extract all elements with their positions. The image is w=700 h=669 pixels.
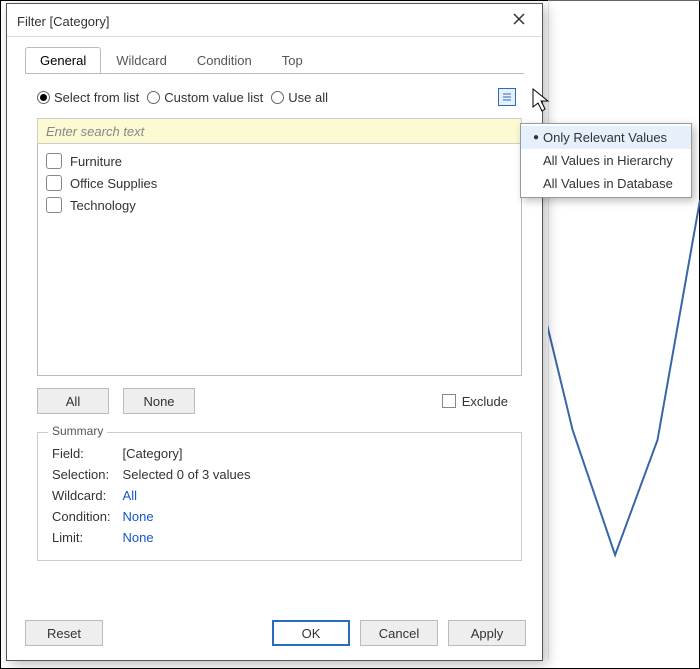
- checkbox-icon: [46, 197, 62, 213]
- search-input[interactable]: Enter search text: [37, 118, 522, 144]
- values-list[interactable]: Furniture Office Supplies Technology: [37, 144, 522, 376]
- tab-bar: General Wildcard Condition Top: [7, 37, 542, 73]
- summary-condition-link[interactable]: None: [123, 506, 263, 527]
- list-item[interactable]: Technology: [46, 194, 513, 216]
- close-icon: [512, 12, 526, 26]
- dialog-title: Filter [Category]: [17, 14, 109, 29]
- list-item[interactable]: Office Supplies: [46, 172, 513, 194]
- list-item-label: Furniture: [70, 154, 122, 169]
- radio-icon: [147, 91, 160, 104]
- summary-selection-label: Selection:: [52, 464, 123, 485]
- cancel-button[interactable]: Cancel: [360, 620, 438, 646]
- dropdown-item-label: All Values in Database: [543, 176, 673, 191]
- bullet-icon: ●: [529, 132, 543, 143]
- search-placeholder: Enter search text: [46, 124, 144, 139]
- dropdown-item-all-hierarchy[interactable]: All Values in Hierarchy: [521, 149, 691, 172]
- radio-icon: [37, 91, 50, 104]
- checkbox-icon: [442, 394, 456, 408]
- tab-label: General: [40, 53, 86, 68]
- list-item-label: Office Supplies: [70, 176, 157, 191]
- apply-button[interactable]: Apply: [448, 620, 526, 646]
- radio-select-from-list[interactable]: Select from list: [37, 90, 139, 105]
- select-all-button[interactable]: All: [37, 388, 109, 414]
- checkbox-icon: [46, 153, 62, 169]
- titlebar: Filter [Category]: [7, 4, 542, 37]
- summary-wildcard-label: Wildcard:: [52, 485, 123, 506]
- select-none-button[interactable]: None: [123, 388, 195, 414]
- summary-limit-label: Limit:: [52, 527, 123, 548]
- tab-label: Condition: [197, 53, 252, 68]
- dropdown-item-only-relevant[interactable]: ● Only Relevant Values: [521, 126, 691, 149]
- radio-icon: [271, 91, 284, 104]
- dropdown-item-label: All Values in Hierarchy: [543, 153, 673, 168]
- tab-label: Top: [282, 53, 303, 68]
- summary-limit-link[interactable]: None: [123, 527, 263, 548]
- radio-label: Select from list: [54, 90, 139, 105]
- values-dropdown: ● Only Relevant Values All Values in Hie…: [520, 123, 692, 198]
- radio-label: Use all: [288, 90, 328, 105]
- close-button[interactable]: [506, 10, 532, 32]
- list-item[interactable]: Furniture: [46, 150, 513, 172]
- dropdown-item-all-database[interactable]: All Values in Database: [521, 172, 691, 195]
- radio-label: Custom value list: [164, 90, 263, 105]
- tab-label: Wildcard: [116, 53, 167, 68]
- cursor-icon: [532, 88, 552, 117]
- list-icon: [502, 92, 512, 102]
- values-menu-button[interactable]: [498, 88, 516, 106]
- tab-condition[interactable]: Condition: [182, 47, 267, 74]
- radio-group-source: Select from list Custom value list Use a…: [37, 90, 332, 105]
- radio-use-all[interactable]: Use all: [271, 90, 328, 105]
- background-line-chart: [548, 0, 700, 660]
- tab-general[interactable]: General: [25, 47, 101, 74]
- ok-button[interactable]: OK: [272, 620, 350, 646]
- radio-custom-value-list[interactable]: Custom value list: [147, 90, 263, 105]
- filter-dialog: Filter [Category] General Wildcard Condi…: [6, 3, 543, 661]
- dropdown-item-label: Only Relevant Values: [543, 130, 667, 145]
- list-item-label: Technology: [70, 198, 136, 213]
- tab-top[interactable]: Top: [267, 47, 318, 74]
- summary-selection-value: Selected 0 of 3 values: [123, 464, 263, 485]
- summary-wildcard-link[interactable]: All: [123, 485, 263, 506]
- tab-wildcard[interactable]: Wildcard: [101, 47, 182, 74]
- summary-condition-label: Condition:: [52, 506, 123, 527]
- exclude-checkbox[interactable]: Exclude: [442, 394, 522, 409]
- summary-field-label: Field:: [52, 443, 123, 464]
- exclude-label: Exclude: [462, 394, 508, 409]
- summary-title: Summary: [48, 424, 107, 438]
- checkbox-icon: [46, 175, 62, 191]
- reset-button[interactable]: Reset: [25, 620, 103, 646]
- summary-field-value: [Category]: [123, 443, 263, 464]
- summary-panel: Summary Field: [Category] Selection: Sel…: [37, 432, 522, 561]
